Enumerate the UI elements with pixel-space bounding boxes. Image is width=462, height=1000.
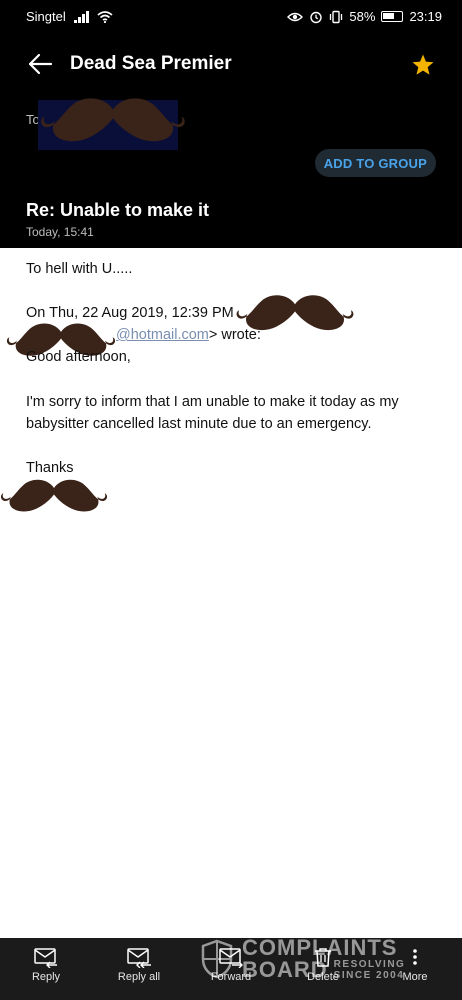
battery-percent: 58% xyxy=(349,9,376,24)
reply-all-label: Reply all xyxy=(117,971,161,983)
reply-icon xyxy=(34,948,57,968)
reply-label: Reply xyxy=(31,971,61,983)
quote-header: On Thu, 22 Aug 2019, 12:39 PM xyxy=(26,305,234,321)
quote-sender-line: @hotmail.com> wrote: xyxy=(116,324,261,346)
watermark-logo: COMPLAINTS BOARD RESOLVING SINCE 2004 xyxy=(200,936,418,982)
alarm-icon xyxy=(310,11,323,23)
signal-icon xyxy=(73,10,89,23)
quote-wrote: > wrote: xyxy=(208,327,261,343)
back-button[interactable] xyxy=(22,46,58,82)
eye-icon xyxy=(287,12,304,21)
wifi-icon xyxy=(97,10,113,23)
clock-time: 23:19 xyxy=(409,9,442,24)
reply-button[interactable]: Reply xyxy=(11,946,81,983)
email-subject: Re: Unable to make it xyxy=(26,200,210,220)
vibrate-icon xyxy=(330,10,343,23)
star-button[interactable] xyxy=(406,48,440,82)
shield-icon xyxy=(201,939,233,979)
arrow-left-icon xyxy=(28,53,53,75)
battery-icon xyxy=(381,11,404,22)
quote-sender-email[interactable]: @hotmail.com xyxy=(116,327,209,343)
mustache-redaction xyxy=(0,479,108,512)
sender-name: Dead Sea Premier xyxy=(70,53,232,74)
watermark-line2: BOARD xyxy=(242,957,328,982)
carrier-label: Singtel xyxy=(26,9,66,24)
watermark-line1: COMPLAINTS xyxy=(242,935,398,960)
quote-paragraph-line: babysitter cancelled last minute due to … xyxy=(26,416,372,432)
reply-text: To hell with U..... xyxy=(26,261,133,277)
star-icon xyxy=(412,54,434,75)
quote-greeting: Good afternoon, xyxy=(26,349,131,365)
reply-all-button[interactable]: Reply all xyxy=(104,946,174,983)
watermark-tag1: RESOLVING xyxy=(333,959,406,970)
quote-paragraph-line: I'm sorry to inform that I am unable to … xyxy=(26,394,399,410)
mustache-redaction xyxy=(41,98,185,142)
email-date: Today, 15:41 xyxy=(26,225,94,239)
quote-closing: Thanks xyxy=(26,460,74,476)
watermark-tag2: SINCE 2004 xyxy=(333,970,405,981)
reply-all-icon xyxy=(127,948,151,968)
add-to-group-button[interactable]: ADD TO GROUP xyxy=(314,149,436,177)
status-bar: Singtel 58% 23:19 xyxy=(0,0,462,34)
